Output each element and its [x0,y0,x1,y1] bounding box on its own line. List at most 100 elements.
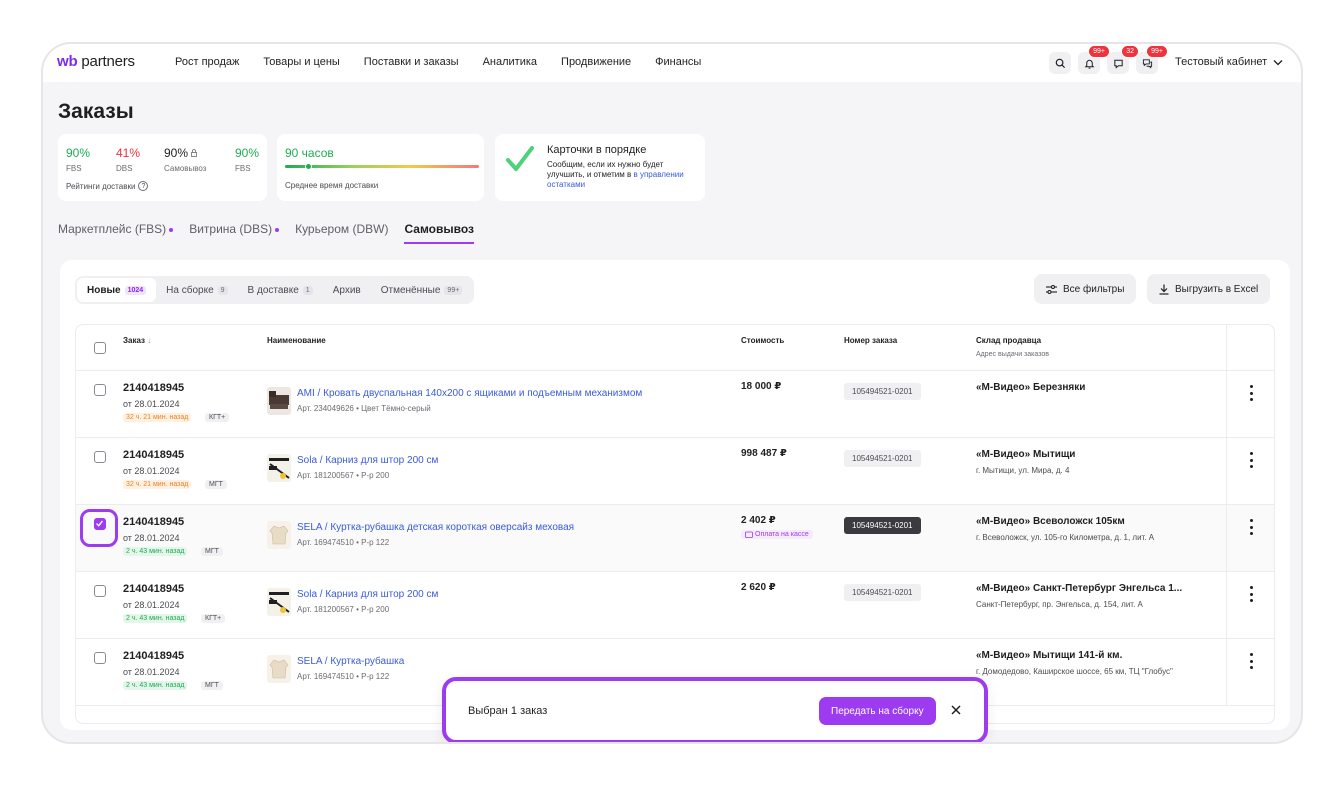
actions-cell [1226,371,1274,437]
order-date: от 28.01.2024 [123,600,180,610]
status-tab-assembly[interactable]: На сборке 9 [156,278,237,302]
tab-pickup[interactable]: Самовывоз [404,222,474,244]
product-thumbnail[interactable] [267,655,291,683]
check-icon [96,520,104,527]
nav-item-finance[interactable]: Финансы [655,56,701,68]
order-number-chip[interactable]: 105494521-0201 [844,584,921,601]
count-badge: 1024 [124,285,147,295]
row-checkbox[interactable] [94,384,106,396]
actions-cell [1226,572,1274,638]
nav-item-promotion[interactable]: Продвижение [561,56,631,68]
table-row[interactable]: 2140418945 от 28.01.2024 32 ч. 21 мин. н… [76,371,1274,438]
order-date: от 28.01.2024 [123,667,180,677]
nav-item-analytics[interactable]: Аналитика [483,56,537,68]
time-since-order-badge: 2 ч. 43 мин. назад [123,681,188,690]
delivery-time-card: 90 часов Среднее время доставки [277,134,484,201]
order-id[interactable]: 2140418945 [123,583,184,595]
rating-label: Самовывоз [164,164,207,173]
cabinet-name: Тестовый кабинет [1175,56,1268,68]
chevron-down-icon [1273,59,1283,65]
export-excel-button[interactable]: Выгрузить в Excel [1147,274,1271,304]
more-actions-icon[interactable] [1246,385,1256,401]
more-actions-icon[interactable] [1246,519,1256,535]
logo[interactable]: wb partners [57,53,135,70]
row-checkbox[interactable] [94,518,106,530]
column-order-number: Номер заказа [844,336,898,345]
status-tab-delivery[interactable]: В доставке 1 [238,278,323,302]
all-filters-button[interactable]: Все фильтры [1034,274,1137,304]
row-checkbox[interactable] [94,451,106,463]
product-name-link[interactable]: SELA / Куртка-рубашка детская короткая о… [297,522,574,533]
count-badge: 1 [302,285,313,295]
lock-icon [191,149,198,157]
warehouse-name: «М-Видео» Мытищи [976,449,1076,460]
product-thumbnail[interactable] [267,454,291,482]
order-id[interactable]: 2140418945 [123,449,184,461]
tab-marketplace-fbs[interactable]: Маркетплейс (FBS) [58,222,174,244]
table-row[interactable]: 2140418945 от 28.01.2024 2 ч. 43 мин. на… [76,505,1274,572]
warehouse-address: г. Всеволожск, ул. 105-го Километра, д. … [976,533,1155,542]
orders-table: Заказ ↓ Наименование Стоимость Номер зак… [75,324,1275,724]
cargo-type-badge: МГТ [201,681,223,690]
time-since-order-badge: 32 ч. 21 мин. назад [123,480,192,489]
rating-dbs: 41% DBS [116,146,140,173]
search-button[interactable] [1049,52,1071,74]
more-actions-icon[interactable] [1246,653,1256,669]
product-meta: Арт. 169474510 • Р-р 122 [297,538,390,547]
logo-wb: wb [57,53,78,70]
product-name-link[interactable]: SELA / Куртка-рубашка [297,656,404,667]
wallet-icon [745,531,753,538]
tab-showcase-dbs[interactable]: Витрина (DBS) [189,222,280,244]
tab-courier-dbw[interactable]: Курьером (DBW) [295,222,388,244]
rating-value: 41% [116,146,141,160]
rating-value: 90% [66,146,91,160]
column-warehouse: Склад продавца Адрес выдачи заказов [976,336,1049,358]
nav-item-supplies[interactable]: Поставки и заказы [364,56,459,68]
status-tab-new[interactable]: Новые 1024 [77,278,157,302]
product-meta: Арт. 169474510 • Р-р 122 [297,672,390,681]
row-checkbox[interactable] [94,652,106,664]
order-price: 998 487 ₽ [741,448,787,459]
help-icon[interactable]: ? [138,181,149,191]
select-all-checkbox[interactable] [94,342,106,354]
order-number-chip[interactable]: 105494521-0201 [844,383,921,400]
more-actions-icon[interactable] [1246,452,1256,468]
delivery-time-scale [285,163,479,170]
order-id[interactable]: 2140418945 [123,516,184,528]
send-to-assembly-button[interactable]: Передать на сборку [819,697,936,725]
actions-cell [1226,505,1274,571]
notifications-button[interactable]: 99+ [1078,45,1110,74]
payment-badge: Оплата на кассе [741,530,813,539]
table-row[interactable]: 2140418945 от 28.01.2024 32 ч. 21 мин. н… [76,438,1274,505]
order-number-chip[interactable]: 105494521-0201 [844,517,921,534]
product-name-link[interactable]: Sola / Карниз для штор 200 см [297,455,438,466]
order-id[interactable]: 2140418945 [123,382,184,394]
status-tab-archive[interactable]: Архив [323,278,371,302]
product-name-link[interactable]: AMI / Кровать двуспальная 140х200 с ящик… [297,388,642,399]
column-order[interactable]: Заказ ↓ [123,336,151,345]
order-id[interactable]: 2140418945 [123,650,184,662]
count-badge: 99+ [444,285,463,295]
close-icon[interactable] [949,703,963,717]
chat-button[interactable]: 32 [1107,45,1139,74]
table-header: Заказ ↓ Наименование Стоимость Номер зак… [76,325,1274,371]
nav-item-growth[interactable]: Рост продаж [175,56,239,68]
order-number-chip[interactable]: 105494521-0201 [844,450,921,467]
product-thumbnail[interactable] [267,521,291,549]
order-date: от 28.01.2024 [123,466,180,476]
messages-button[interactable]: 99+ [1136,45,1168,74]
product-thumbnail[interactable] [267,588,291,616]
order-date: от 28.01.2024 [123,533,180,543]
product-meta: Арт. 181200567 • Р-р 200 [297,471,390,480]
bell-icon [1084,59,1094,69]
status-tab-cancelled[interactable]: Отменённые 99+ [371,278,473,302]
cabinet-selector[interactable]: Тестовый кабинет [1175,56,1283,68]
more-actions-icon[interactable] [1246,586,1256,602]
product-thumbnail[interactable] [267,387,291,415]
row-checkbox[interactable] [94,585,106,597]
time-since-order-badge: 32 ч. 21 мин. назад [123,413,192,422]
nav-item-goods[interactable]: Товары и цены [263,56,339,68]
table-row[interactable]: 2140418945 от 28.01.2024 2 ч. 43 мин. на… [76,572,1274,639]
warehouse-address: г. Мытищи, ул. Мира, д. 4 [976,466,1070,475]
product-name-link[interactable]: Sola / Карниз для штор 200 см [297,589,438,600]
